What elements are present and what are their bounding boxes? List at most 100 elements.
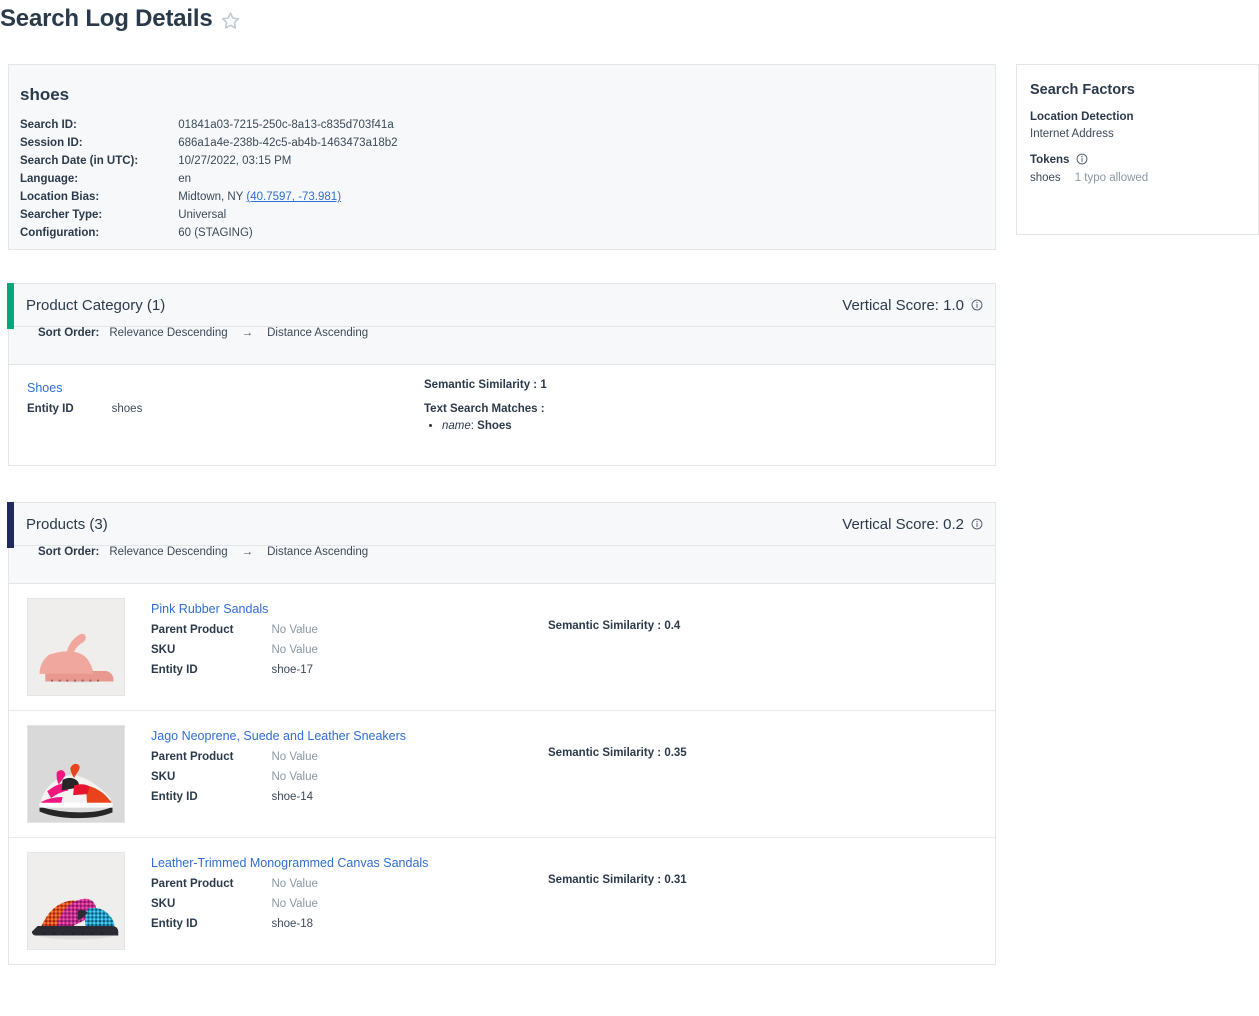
sort-order-label: Sort Order: [38,546,100,558]
tokens-heading-label: Tokens [1030,154,1070,166]
metadata-value: 60 (STAGING) [178,227,253,239]
attribute-value: No Value [271,898,318,910]
section-header: Product Category (1) Vertical Score: 1.0 [7,283,996,329]
page-header: Search Log Details [0,4,240,34]
attribute-value: shoe-17 [271,664,313,676]
tokens-group: Tokens shoes 1 typo allowed [1030,153,1258,184]
star-outline-icon[interactable] [221,8,240,30]
info-circle-icon[interactable] [971,516,983,533]
attribute-key: Entity ID [151,664,198,676]
vertical-score: Vertical Score: 1.0 [842,297,983,314]
match-field-value: Shoes [477,420,512,432]
attribute-value: No Value [271,771,318,783]
info-circle-icon[interactable] [971,297,983,314]
metadata-value-text: Midtown, NY [178,191,244,203]
result-scores: Semantic Similarity : 1 Text Search Match… [412,379,995,451]
metadata-label: Language: [20,173,79,185]
metadata-label: Session ID: [20,137,83,149]
metadata-label: Search ID: [20,119,77,131]
metadata-value: 01841a03-7215-250c-8a13-c835d703f41a [178,119,394,131]
result-details: Jago Neoprene, Suede and Leather Sneaker… [151,725,536,823]
attribute-value: No Value [271,644,318,656]
search-summary-card: shoes Search ID: 01841a03-7215-250c-8a13-… [8,64,996,250]
metadata-value: Universal [178,209,227,221]
result-row: Leather-Trimmed Monogrammed Canvas Sanda… [9,838,995,964]
attribute-row: Parent Product No Value [151,877,318,897]
section-accent-bar [7,502,14,548]
result-scores: Semantic Similarity : 0.31 [536,852,995,950]
sort-order-label: Sort Order: [38,327,100,339]
section-title: Products (3) [26,515,108,533]
results-list: Pink Rubber Sandals Parent Product No Valu… [8,584,996,965]
text-search-matches-list: name: Shoes [424,418,995,434]
vertical-score-label: Vertical Score: 1.0 [842,296,964,314]
vertical-section: Products (3) Vertical Score: 0.2 Sort Orde… [7,502,996,965]
metadata-row: Search Date (in UTC): 10/27/2022, 03:15 P… [20,154,398,172]
metadata-label: Searcher Type: [20,209,103,221]
attribute-row: Parent Product No Value [151,750,318,770]
search-metadata-table: Search ID: 01841a03-7215-250c-8a13-c835d7… [20,118,398,244]
attribute-key: SKU [151,771,176,783]
result-name-link[interactable]: Jago Neoprene, Suede and Leather Sneaker… [151,729,406,743]
attribute-value: shoe-18 [271,918,313,930]
sort-order-bar: Sort Order: Relevance Descending → Distance… [8,327,996,365]
metadata-label: Location Bias: [20,191,100,203]
metadata-label: Configuration: [20,227,100,239]
attribute-key: Entity ID [151,791,198,803]
result-details: Leather-Trimmed Monogrammed Canvas Sanda… [151,852,536,950]
semantic-similarity: Semantic Similarity : 0.35 [548,747,687,759]
result-scores: Semantic Similarity : 0.35 [536,725,995,823]
sort-secondary: Distance Ascending [267,546,369,558]
metadata-value: Midtown, NY (40.7597, -73.981) [148,190,397,208]
result-row: Pink Rubber Sandals Parent Product No Valu… [9,584,995,711]
section-accent-bar [7,283,14,329]
vertical-section: Product Category (1) Vertical Score: 1.0 S… [7,283,996,466]
sort-secondary: Distance Ascending [267,327,369,339]
result-name-link[interactable]: Shoes [27,381,62,395]
text-search-match-item: name: Shoes [442,418,995,434]
search-factors-title: Search Factors [1030,82,1135,98]
attribute-value: No Value [271,751,318,763]
token-row: shoes 1 typo allowed [1030,172,1258,184]
attribute-key: Entity ID [151,918,198,930]
attribute-row: SKU No Value [151,897,318,917]
attribute-key: Parent Product [151,624,234,636]
result-attributes-table: Entity ID shoes [27,402,142,422]
vertical-score-label: Vertical Score: 0.2 [842,515,964,533]
metadata-value: 686a1a4e-238b-42c5-ab4b-1463473a18b2 [178,137,398,149]
metadata-row: Searcher Type: Universal [20,208,398,226]
search-log-details-page: Search Log Details shoes Search ID: 01841… [0,0,1259,1016]
metadata-value: 10/27/2022, 03:15 PM [178,155,292,167]
metadata-row: Language: en [20,172,398,190]
result-details: Pink Rubber Sandals Parent Product No Valu… [151,598,536,696]
location-coordinates-link[interactable]: (40.7597, -73.981) [246,191,341,203]
attribute-value: shoe-14 [271,791,313,803]
attribute-key: Parent Product [151,878,234,890]
attribute-value: No Value [271,624,318,636]
attribute-row: SKU No Value [151,643,318,663]
match-field-name: name [442,420,471,432]
multicolor-sneaker-thumbnail[interactable] [27,725,125,823]
attribute-row: Entity ID shoe-14 [151,790,318,810]
attribute-value: No Value [271,878,318,890]
result-name-link[interactable]: Leather-Trimmed Monogrammed Canvas Sanda… [151,856,428,870]
section-title: Product Category (1) [26,296,166,314]
attribute-row: Entity ID shoes [27,402,142,422]
vertical-score: Vertical Score: 0.2 [842,516,983,533]
metadata-row: Location Bias: Midtown, NY (40.7597, -73.… [20,190,398,208]
result-name-link[interactable]: Pink Rubber Sandals [151,602,268,616]
pink-rubber-sandal-thumbnail[interactable] [27,598,125,696]
location-detection-heading: Location Detection [1030,111,1134,123]
info-circle-icon[interactable] [1076,153,1088,167]
search-query-text: shoes [20,85,70,104]
result-attributes-table: Parent Product No Value SKU No Value Entity … [151,623,318,683]
result-details: Shoes Entity ID shoes [27,379,412,451]
sort-primary: Relevance Descending [109,546,228,558]
attribute-row: Entity ID shoe-18 [151,917,318,937]
token-name: shoes [1030,172,1061,184]
sort-order-bar: Sort Order: Relevance Descending → Distance… [8,546,996,584]
semantic-similarity: Semantic Similarity : 0.31 [548,874,687,886]
patterned-slide-sandal-thumbnail[interactable] [27,852,125,950]
text-search-matches-title: Text Search Matches : [424,403,545,415]
result-row: Jago Neoprene, Suede and Leather Sneaker… [9,711,995,838]
